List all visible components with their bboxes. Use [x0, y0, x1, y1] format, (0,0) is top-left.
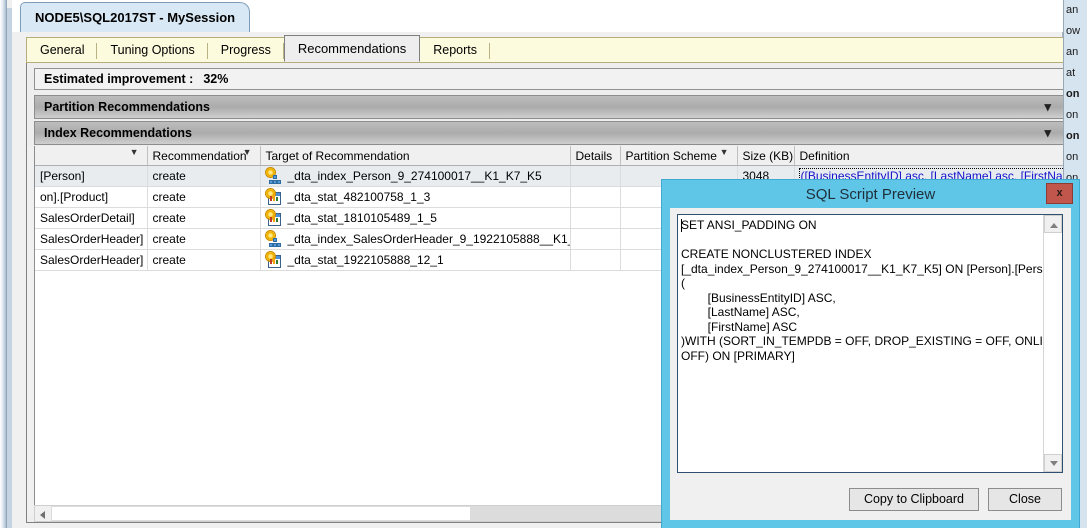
- column-header-partition-scheme[interactable]: Partition Scheme ▼: [620, 146, 738, 166]
- tab-reports[interactable]: Reports: [420, 38, 490, 62]
- cell-details: [570, 228, 621, 250]
- cell-target: _dta_stat_1922105888_12_1: [260, 249, 571, 271]
- target-label: _dta_index_SalesOrderHeader_9_1922105888…: [287, 232, 570, 246]
- horizontal-scrollbar-thumb[interactable]: [51, 506, 471, 521]
- column-header-target[interactable]: Target of Recommendation: [260, 146, 571, 166]
- dialog-body: SET ANSI_PADDING ON CREATE NONCLUSTERED …: [670, 208, 1071, 520]
- cell-recommendation: create: [147, 186, 261, 208]
- chevron-down-icon[interactable]: ▾: [1044, 99, 1051, 115]
- column-header-definition[interactable]: Definition: [794, 146, 1063, 166]
- target-label: _dta_stat_1810105489_1_5: [287, 211, 437, 225]
- partition-recommendations-header[interactable]: Partition Recommendations ▾: [34, 95, 1064, 119]
- table-header-row: ▼ Recommendation ▼ Target of Recommendat…: [35, 146, 1063, 166]
- cell-database-object: [Person]: [35, 165, 148, 187]
- statistics-icon: [265, 252, 282, 268]
- index-icon: [265, 231, 282, 247]
- session-tab[interactable]: NODE5\SQL2017ST - MySession: [20, 2, 251, 32]
- scroll-down-button[interactable]: [1044, 454, 1062, 472]
- background-panel-line: on: [1066, 130, 1080, 142]
- sql-vertical-scrollbar[interactable]: [1043, 215, 1062, 472]
- estimated-improvement-value: 32%: [203, 72, 229, 86]
- dialog-button-bar: Copy to Clipboard Close: [670, 484, 1071, 514]
- column-header-recommendation[interactable]: Recommendation ▼: [147, 146, 261, 166]
- dialog-titlebar[interactable]: SQL Script Preview x: [662, 180, 1079, 208]
- application-window: NODE5\SQL2017ST - MySession General Tuni…: [0, 0, 1087, 528]
- background-panel-line: an: [1066, 46, 1079, 58]
- statistics-icon: [265, 189, 282, 205]
- cell-recommendation: create: [147, 228, 261, 250]
- tab-recommendations[interactable]: Recommendations: [283, 35, 421, 62]
- cell-database-object: on].[Product]: [35, 186, 148, 208]
- window-left-edge: [0, 0, 7, 528]
- close-icon[interactable]: x: [1046, 183, 1073, 204]
- tab-general[interactable]: General: [27, 38, 98, 62]
- tab-tuning-options[interactable]: Tuning Options: [97, 38, 209, 62]
- sql-script-textarea[interactable]: SET ANSI_PADDING ON CREATE NONCLUSTERED …: [677, 214, 1063, 473]
- background-panel-line: at: [1066, 67, 1076, 79]
- cell-recommendation: create: [147, 249, 261, 271]
- column-header-size-kb[interactable]: Size (KB): [737, 146, 795, 166]
- scroll-left-button[interactable]: [35, 506, 51, 521]
- column-header-database-object[interactable]: ▼: [35, 146, 148, 166]
- cell-recommendation: create: [147, 207, 261, 229]
- text-caret: [681, 219, 682, 232]
- background-panel-line: an: [1066, 4, 1079, 16]
- cell-target: _dta_stat_482100758_1_3: [260, 186, 571, 208]
- cell-database-object: SalesOrderHeader]: [35, 228, 148, 250]
- close-button[interactable]: Close: [988, 487, 1062, 511]
- target-label: _dta_index_Person_9_274100017__K1_K7_K5: [287, 169, 542, 183]
- cell-target: _dta_index_SalesOrderHeader_9_1922105888…: [260, 228, 571, 250]
- cell-target: _dta_index_Person_9_274100017__K1_K7_K5: [260, 165, 571, 187]
- background-panel-line: ow: [1066, 25, 1081, 37]
- cell-details: [570, 207, 621, 229]
- partition-recommendations-title: Partition Recommendations: [44, 100, 210, 114]
- cell-target: _dta_stat_1810105489_1_5: [260, 207, 571, 229]
- target-label: _dta_stat_482100758_1_3: [287, 190, 431, 204]
- cell-database-object: SalesOrderHeader]: [35, 249, 148, 271]
- sort-arrow-icon[interactable]: ▼: [243, 147, 252, 157]
- chevron-down-icon[interactable]: ▾: [1044, 125, 1051, 141]
- dialog-title: SQL Script Preview: [805, 185, 936, 203]
- cell-database-object: SalesOrderDetail]: [35, 207, 148, 229]
- index-recommendations-title: Index Recommendations: [44, 126, 192, 140]
- sql-script-preview-dialog: SQL Script Preview x SET ANSI_PADDING ON…: [662, 180, 1079, 528]
- index-recommendations-header[interactable]: Index Recommendations ▾: [34, 121, 1064, 145]
- sql-script-text[interactable]: SET ANSI_PADDING ON CREATE NONCLUSTERED …: [678, 215, 1043, 472]
- background-panel-line: on: [1066, 109, 1079, 121]
- cell-details: [570, 165, 621, 187]
- cell-recommendation: create: [147, 165, 261, 187]
- sort-arrow-icon[interactable]: ▼: [720, 147, 729, 157]
- copy-to-clipboard-button[interactable]: Copy to Clipboard: [848, 487, 979, 511]
- estimated-improvement-label: Estimated improvement :: [44, 72, 194, 86]
- vertical-scrollbar-track[interactable]: [1044, 233, 1062, 454]
- cell-details: [570, 249, 621, 271]
- session-tabstrip: NODE5\SQL2017ST - MySession: [12, 0, 1063, 33]
- tabstrip: General Tuning Options Progress Recommen…: [26, 35, 1072, 63]
- cell-details: [570, 186, 621, 208]
- sort-arrow-icon[interactable]: ▼: [130, 147, 139, 157]
- background-panel-line: on: [1066, 88, 1080, 100]
- statistics-icon: [265, 210, 282, 226]
- background-panel-line: on: [1066, 151, 1079, 163]
- scroll-up-button[interactable]: [1044, 215, 1062, 233]
- index-icon: [265, 168, 282, 184]
- target-label: _dta_stat_1922105888_12_1: [287, 253, 444, 267]
- estimated-improvement-bar: Estimated improvement : 32%: [34, 68, 1064, 90]
- tab-progress[interactable]: Progress: [208, 38, 284, 62]
- column-header-details[interactable]: Details: [570, 146, 621, 166]
